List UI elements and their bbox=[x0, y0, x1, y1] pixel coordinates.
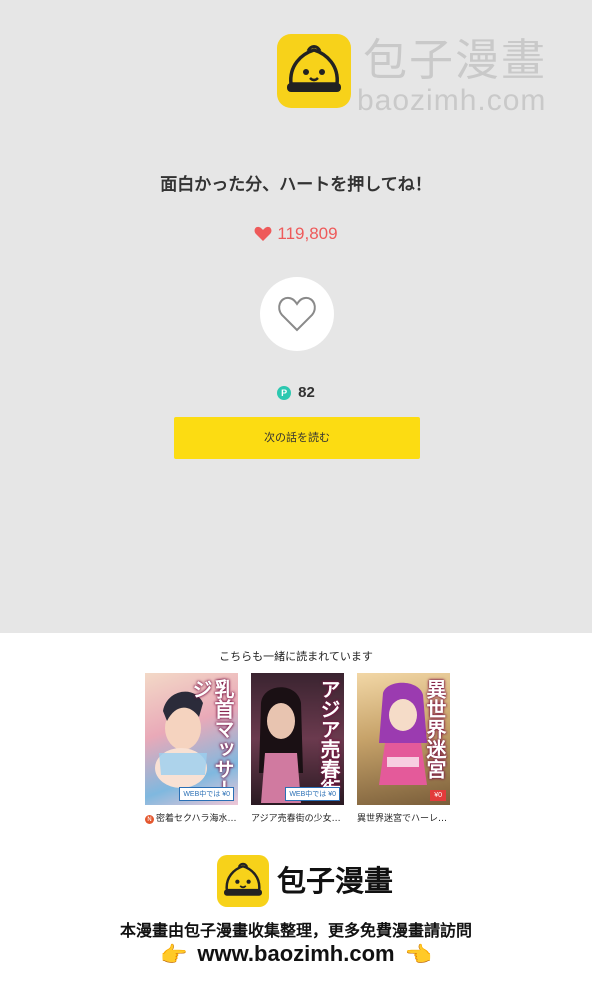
recommendation-item[interactable]: 異世界迷宮 ¥0 異世界迷宮でハーレ… bbox=[357, 673, 463, 824]
recommendation-item[interactable]: 乳首マッサージ WEB中では ¥0 N 密着セクハラ海水… bbox=[145, 673, 251, 824]
recommendation-item[interactable]: アジア売春街 WEB中では ¥0 アジア売春街の少女… bbox=[251, 673, 357, 824]
baozi-logo-icon bbox=[277, 34, 351, 108]
baozi-logo-icon bbox=[217, 855, 269, 907]
like-heart-button[interactable] bbox=[260, 277, 334, 351]
recommendations-heading: こちらも一緒に読まれています bbox=[219, 650, 373, 663]
recommendation-title: 密着セクハラ海水… bbox=[156, 814, 237, 824]
hand-pointing-left-icon: 👈 bbox=[404, 942, 433, 967]
points-balance: P 82 bbox=[0, 384, 592, 401]
recommendation-cover[interactable]: アジア売春街 WEB中では ¥0 bbox=[251, 673, 344, 805]
recommendation-caption[interactable]: 異世界迷宮でハーレ… bbox=[357, 811, 463, 824]
watermark-url: baozimh.com bbox=[357, 84, 547, 117]
footer-url[interactable]: www.baozimh.com bbox=[197, 941, 394, 966]
heart-filled-icon bbox=[254, 226, 272, 241]
footer-brand: 包子漫畫 bbox=[277, 864, 394, 898]
recommendation-cover[interactable]: 異世界迷宮 ¥0 bbox=[357, 673, 450, 805]
points-value: 82 bbox=[298, 384, 315, 401]
recommendation-cover[interactable]: 乳首マッサージ WEB中では ¥0 bbox=[145, 673, 238, 805]
episode-end-panel: 包子漫畫 baozimh.com 面白かった分、ハートを押してね！ 119,80… bbox=[0, 0, 592, 633]
new-badge: N bbox=[145, 815, 154, 824]
recommendation-title: 異世界迷宮でハーレ… bbox=[357, 814, 448, 824]
next-episode-button[interactable]: 次の話を読む bbox=[174, 417, 420, 459]
like-prompt-heading: 面白かった分、ハートを押してね！ bbox=[160, 175, 432, 195]
heart-outline-icon bbox=[278, 296, 316, 332]
watermark-title: 包子漫畫 bbox=[363, 35, 547, 86]
hand-pointing-right-icon: 👉 bbox=[159, 942, 188, 967]
footer-site-link[interactable]: 👉 www.baozimh.com 👈 bbox=[0, 941, 592, 968]
like-count: 119,809 bbox=[0, 224, 592, 244]
like-count-value: 119,809 bbox=[277, 224, 338, 243]
recommendation-caption[interactable]: アジア売春街の少女… bbox=[251, 811, 357, 824]
recommendation-title: アジア売春街の少女… bbox=[251, 814, 341, 824]
recommendation-cover-title: アジア売春街 bbox=[317, 679, 341, 799]
recommendation-cover-title: 異世界迷宮 bbox=[423, 679, 447, 779]
price-tag: WEB中では ¥0 bbox=[179, 787, 234, 801]
footer-notice: 本漫畫由包子漫畫收集整理，更多免費漫畫請訪問 bbox=[119, 921, 472, 940]
price-tag: WEB中では ¥0 bbox=[285, 787, 340, 801]
price-tag: ¥0 bbox=[430, 790, 446, 801]
point-coin-icon: P bbox=[277, 386, 292, 400]
recommendation-caption[interactable]: N 密着セクハラ海水… bbox=[145, 811, 251, 824]
